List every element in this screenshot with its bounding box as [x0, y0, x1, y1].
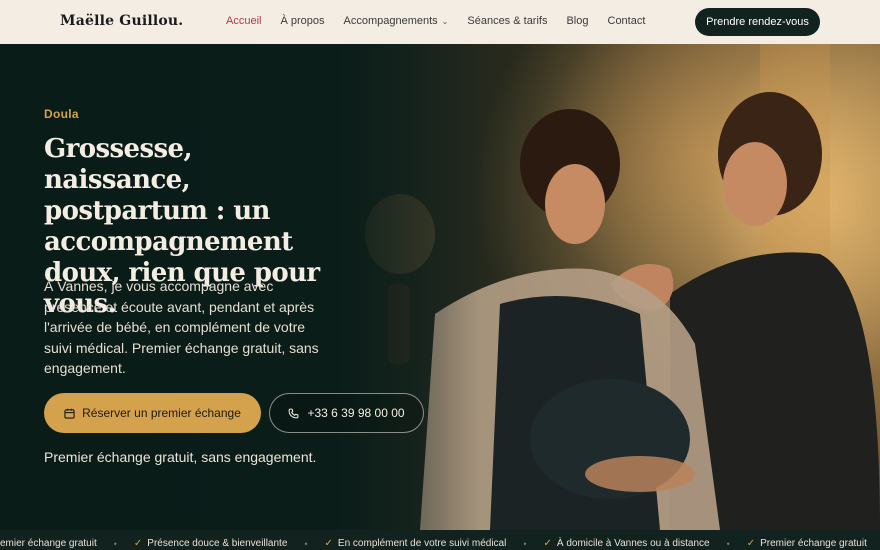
marquee-text: Premier échange gratuit [760, 538, 867, 549]
book-first-exchange-button[interactable]: Réserver un premier échange [44, 393, 261, 433]
button-label: +33 6 39 98 00 00 [307, 406, 405, 420]
button-label: Réserver un premier échange [82, 406, 241, 420]
nav-label: Accueil [226, 15, 262, 27]
benefits-marquee: Premier échange gratuit • ✓ Présence douc… [0, 530, 880, 550]
dot-separator-icon: • [726, 538, 730, 549]
nav-label: Accompagnements [343, 15, 438, 27]
dot-separator-icon: • [523, 538, 527, 549]
nav-label: À propos [280, 15, 325, 27]
marquee-item: ✓ En complément de votre suivi médical [325, 538, 507, 549]
chevron-down-icon: ⌄ [441, 16, 449, 26]
marquee-item: ✓ Premier échange gratuit [747, 538, 867, 549]
nav-item-seances-tarifs[interactable]: Séances & tarifs [467, 15, 547, 27]
book-appointment-button[interactable]: Prendre rendez-vous [695, 8, 820, 36]
marquee-text: En complément de votre suivi médical [337, 538, 507, 549]
nav-item-a-propos[interactable]: À propos [280, 15, 324, 27]
check-icon: ✓ [133, 538, 143, 549]
check-icon: ✓ [746, 538, 756, 549]
nav-label: Séances & tarifs [467, 15, 548, 27]
calendar-icon [64, 408, 75, 419]
main-nav: Accueil À propos Accompagnements ⌄ Séance… [226, 15, 664, 27]
marquee-item: ✓ Présence douce & bienveillante [134, 538, 287, 549]
check-icon: ✓ [324, 538, 333, 549]
marquee-text: Premier échange gratuit [0, 538, 97, 549]
dot-separator-icon: • [304, 538, 308, 549]
check-icon: ✓ [543, 538, 552, 549]
hero-eyebrow: Doula [44, 107, 79, 121]
nav-item-accueil[interactable]: Accueil [226, 15, 261, 27]
marquee-text: Présence douce & bienveillante [147, 538, 288, 549]
dot-separator-icon: • [113, 538, 117, 549]
nav-item-blog[interactable]: Blog [566, 15, 588, 27]
nav-item-contact[interactable]: Contact [608, 15, 646, 27]
marquee-track: Premier échange gratuit • ✓ Présence douc… [0, 538, 867, 549]
hero-section: Doula Grossesse, naissance, postpartum :… [0, 44, 880, 530]
marquee-text: À domicile à Vannes ou à distance [556, 538, 710, 549]
site-header: Maëlle Guillou. Accueil À propos Accompa… [0, 0, 880, 44]
nav-item-accompagnements[interactable]: Accompagnements ⌄ [344, 15, 449, 27]
nav-label: Contact [607, 15, 646, 27]
marquee-item: ✓ À domicile à Vannes ou à distance [544, 538, 710, 549]
phone-call-button[interactable]: +33 6 39 98 00 00 [269, 393, 424, 433]
hero-description: À Vannes, je vous accompagne avec présen… [44, 278, 319, 376]
hero-note: Premier échange gratuit, sans engagement… [44, 449, 317, 465]
phone-icon [289, 408, 299, 418]
marquee-item: Premier échange gratuit [0, 538, 97, 549]
nav-label: Blog [566, 15, 589, 27]
site-logo[interactable]: Maëlle Guillou. [60, 13, 183, 29]
